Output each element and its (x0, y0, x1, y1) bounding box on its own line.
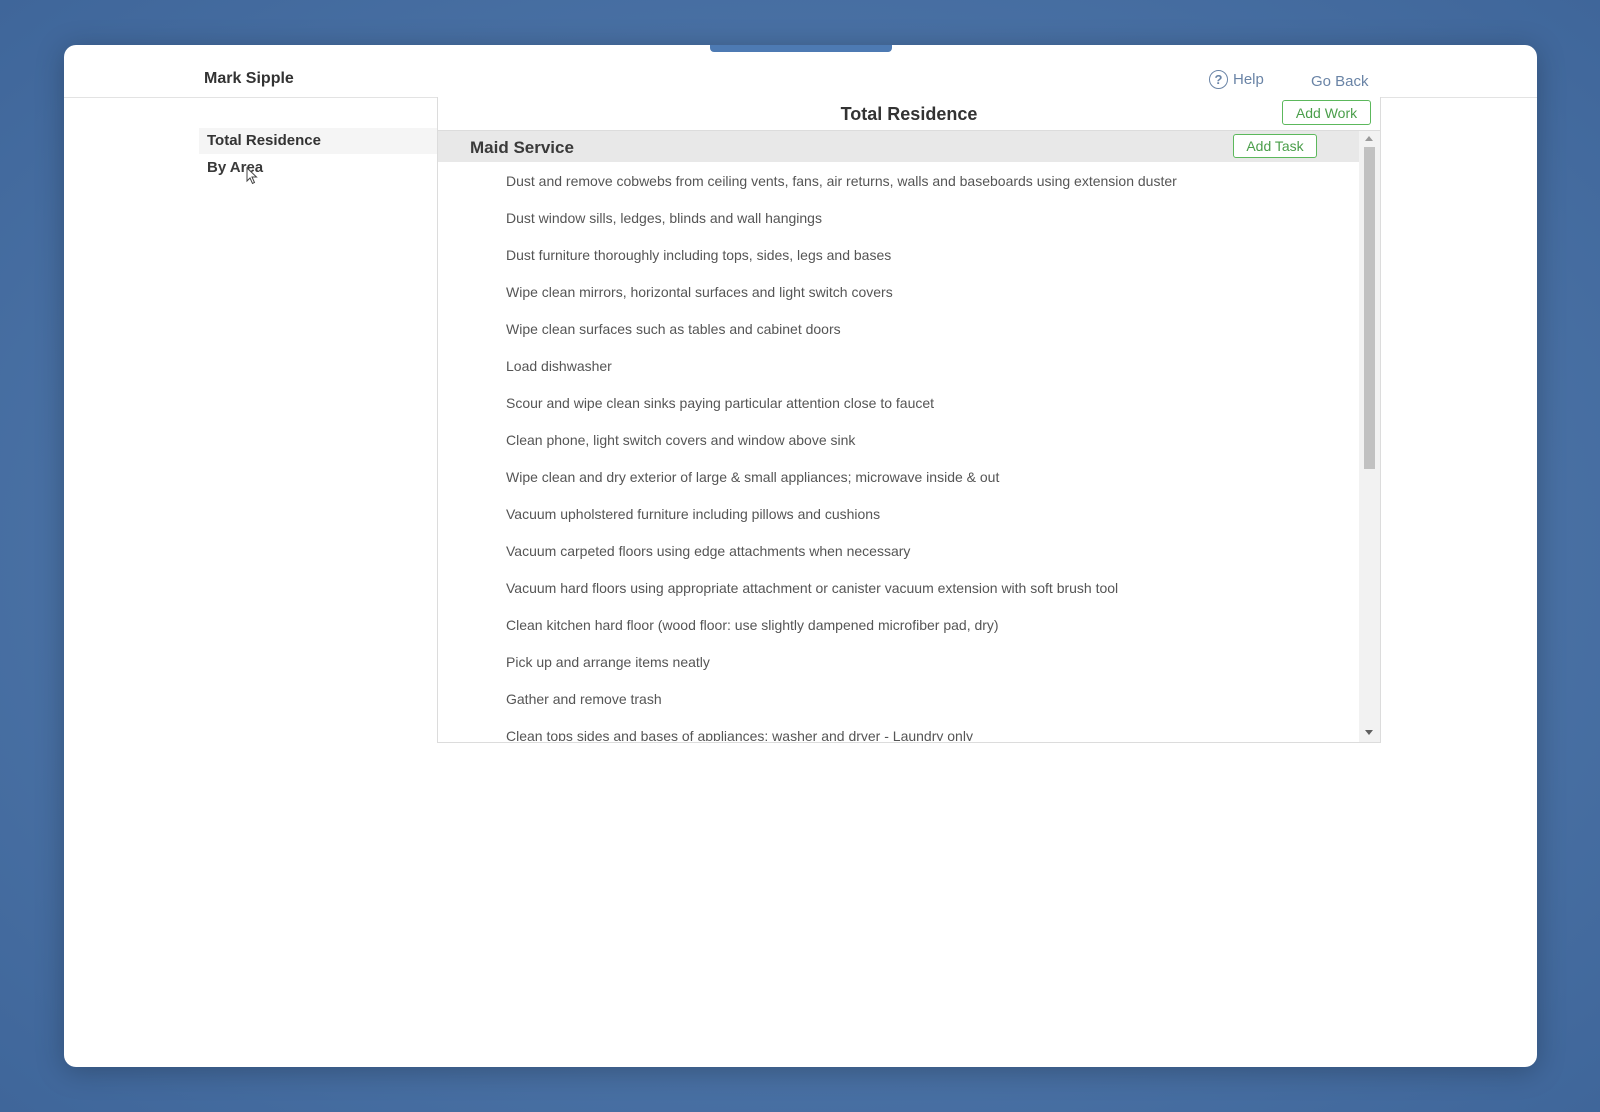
help-label: Help (1233, 71, 1264, 88)
section-header: Maid Service Add Task (438, 131, 1359, 162)
scroll-down-arrow-icon[interactable] (1365, 730, 1373, 735)
mouse-pointer-icon (246, 167, 258, 185)
task-item[interactable]: Dust and remove cobwebs from ceiling ven… (506, 173, 1177, 189)
panel-title-bar: Total Residence Add Work (438, 97, 1380, 131)
panel-title: Total Residence (840, 104, 978, 124)
task-item[interactable]: Clean kitchen hard floor (wood floor: us… (506, 617, 999, 633)
task-item[interactable]: Scour and wipe clean sinks paying partic… (506, 395, 934, 411)
go-back-link[interactable]: Go Back (1311, 73, 1369, 90)
work-panel: Total Residence Add Work Maid Service Ad… (437, 97, 1381, 743)
task-item[interactable]: Gather and remove trash (506, 691, 662, 707)
help-icon: ? (1209, 70, 1228, 89)
task-item[interactable]: Dust window sills, ledges, blinds and wa… (506, 210, 822, 226)
task-item[interactable]: Wipe clean and dry exterior of large & s… (506, 469, 999, 485)
header-bar: Mark Sipple ? Help Go Back (64, 45, 1537, 98)
task-item[interactable]: Dust furniture thoroughly including tops… (506, 247, 891, 263)
scroll-thumb[interactable] (1364, 147, 1375, 469)
task-list-scrollbar[interactable] (1359, 131, 1380, 742)
user-name: Mark Sipple (204, 70, 294, 87)
scroll-up-arrow-icon[interactable] (1365, 136, 1373, 141)
help-link[interactable]: ? Help (1209, 70, 1264, 89)
add-task-button[interactable]: Add Task (1233, 134, 1317, 158)
task-item[interactable]: Wipe clean mirrors, horizontal surfaces … (506, 284, 893, 300)
task-item[interactable]: Clean phone, light switch covers and win… (506, 432, 855, 448)
task-item[interactable]: Pick up and arrange items neatly (506, 654, 710, 670)
task-item[interactable]: Vacuum upholstered furniture including p… (506, 506, 880, 522)
task-item[interactable]: Load dishwasher (506, 358, 612, 374)
section-title: Maid Service (470, 138, 574, 157)
app-window: Mark Sipple ? Help Go Back Total Residen… (64, 45, 1537, 1067)
task-item[interactable]: Vacuum hard floors using appropriate att… (506, 580, 1118, 596)
task-item[interactable]: Clean tops sides and bases of appliances… (506, 728, 973, 741)
add-work-button[interactable]: Add Work (1282, 100, 1371, 125)
task-item[interactable]: Vacuum carpeted floors using edge attach… (506, 543, 910, 559)
task-item[interactable]: Wipe clean surfaces such as tables and c… (506, 321, 841, 337)
task-list: Dust and remove cobwebs from ceiling ven… (438, 162, 1359, 741)
